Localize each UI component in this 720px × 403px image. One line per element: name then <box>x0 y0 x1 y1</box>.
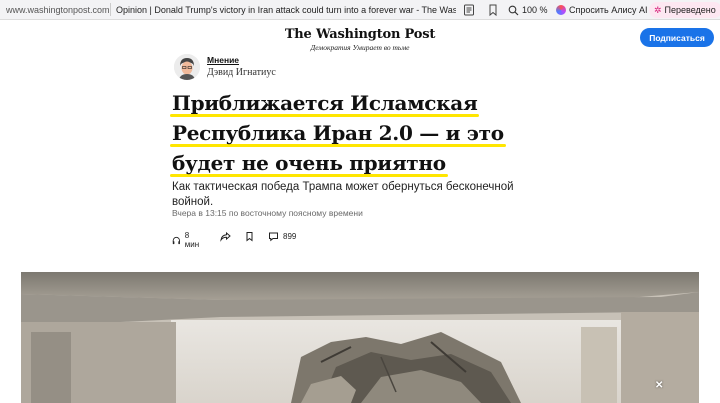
page-tab-title: Opinion | Donald Trump's victory in Iran… <box>116 5 456 15</box>
article-timestamp: Вчера в 13:15 по восточному поясному вре… <box>172 208 363 218</box>
share-icon <box>220 231 231 242</box>
watermark-logo: ✕ <box>655 380 664 391</box>
site-tagline: Демократия Умирает во тьме <box>310 43 410 52</box>
comments-button[interactable]: 899 <box>268 231 296 242</box>
author-avatar[interactable] <box>174 54 200 80</box>
headline-line: Республика Иран 2.0 — и это <box>170 118 506 148</box>
site-header: The Washington Post Демократия Умирает в… <box>0 20 720 56</box>
save-article-button[interactable] <box>244 231 255 242</box>
headline-line: будет не очень приятно <box>170 148 448 178</box>
headline-line: Приближается Исламская <box>169 88 480 118</box>
hero-image <box>21 272 699 403</box>
zoom-level: 100 % <box>522 5 548 15</box>
bookmark-icon[interactable] <box>486 3 500 17</box>
share-button[interactable] <box>220 231 231 242</box>
headphones-icon <box>172 236 180 244</box>
translated-badge[interactable]: ✲ Переведено <box>649 2 720 18</box>
divider <box>110 3 111 16</box>
site-logo[interactable]: The Washington Post <box>0 27 720 42</box>
read-time: 8 мин <box>184 231 200 249</box>
section-link-opinion[interactable]: Мнение <box>207 55 239 65</box>
author-name[interactable]: Дэвид Игнатиус <box>207 67 276 78</box>
ask-alice-label: Спросить Алису AI <box>569 5 648 15</box>
translate-icon: ✲ <box>654 4 662 15</box>
zoom-icon <box>508 5 519 15</box>
translated-label: Переведено <box>664 5 716 15</box>
listen-button[interactable]: 8 мин <box>172 231 201 249</box>
alice-icon <box>556 5 566 15</box>
comment-icon <box>269 232 278 242</box>
comment-count: 899 <box>283 232 297 241</box>
browser-address-bar: www.washingtonpost.com Opinion | Donald … <box>0 0 720 20</box>
subscribe-button[interactable]: Подписаться <box>640 28 714 47</box>
article-subheadline: Как тактическая победа Трампа может обер… <box>172 181 514 208</box>
ask-alice-button[interactable]: Спросить Алису AI <box>556 3 648 17</box>
reader-mode-icon[interactable] <box>462 3 476 17</box>
url-domain[interactable]: www.washingtonpost.com <box>6 5 110 15</box>
bookmark-icon <box>246 232 253 242</box>
zoom-control[interactable]: 100 % <box>508 3 548 17</box>
article-headline: Приближается Исламская Республика Иран 2… <box>169 88 592 178</box>
